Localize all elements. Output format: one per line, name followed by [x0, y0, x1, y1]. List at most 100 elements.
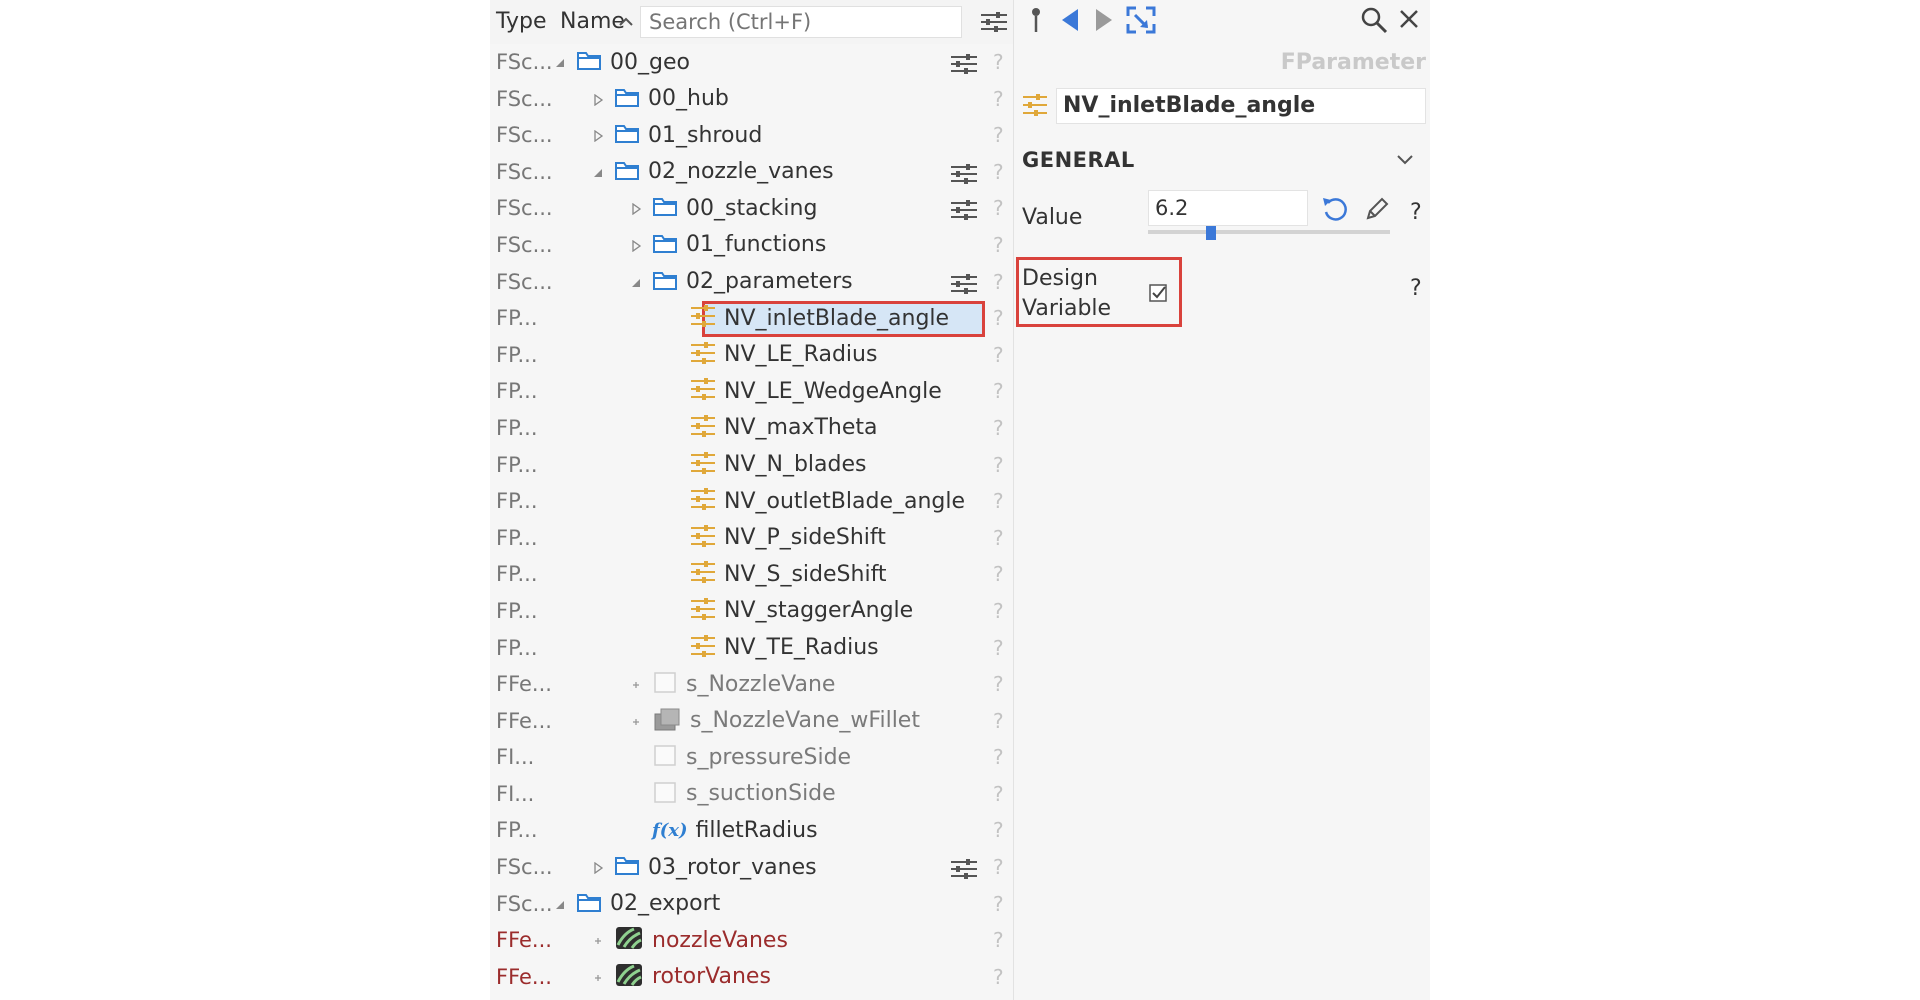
tree-row[interactable]: FP... NV_maxTheta? — [490, 410, 1014, 447]
tree-row[interactable]: FSc... 00_stacking? — [490, 190, 1014, 227]
object-name-field[interactable]: NV_inletBlade_angle — [1056, 88, 1426, 124]
help-icon[interactable]: ? — [993, 892, 1004, 916]
help-icon[interactable]: ? — [993, 562, 1004, 586]
folder-icon — [576, 891, 602, 917]
row-label: s_suctionSide — [686, 781, 836, 807]
filter-settings-icon[interactable] — [950, 198, 978, 226]
help-icon[interactable]: ? — [993, 709, 1004, 733]
value-slider-handle[interactable] — [1205, 226, 1216, 240]
design-variable-help-icon[interactable]: ? — [1410, 276, 1422, 301]
tree-row[interactable]: FSc... 02_nozzle_vanes? — [490, 154, 1014, 191]
help-icon[interactable]: ? — [993, 928, 1004, 952]
tree-row[interactable]: FFe... nozzleVanes? — [490, 922, 1014, 959]
app-window: Type Name FSc...00_geo?FSc...00_hub?FSc.… — [490, 0, 1430, 1000]
tree-row[interactable]: FI... s_pressureSide? — [490, 739, 1014, 776]
help-icon[interactable]: ? — [993, 636, 1004, 660]
tree-row[interactable]: FP... NV_LE_WedgeAngle? — [490, 373, 1014, 410]
filter-settings-icon[interactable] — [980, 10, 1008, 38]
sort-ascending-icon[interactable] — [616, 12, 638, 34]
row-type: FI... — [496, 745, 535, 770]
expand-arrow-icon[interactable] — [592, 93, 604, 106]
help-icon[interactable]: ? — [993, 526, 1004, 550]
help-icon[interactable]: ? — [993, 123, 1004, 147]
help-icon[interactable]: ? — [993, 599, 1004, 623]
help-icon[interactable]: ? — [993, 87, 1004, 111]
sync-selection-icon[interactable] — [1126, 6, 1156, 38]
collapse-arrow-icon[interactable] — [554, 899, 566, 911]
param-icon — [690, 341, 716, 369]
reset-icon[interactable] — [1320, 194, 1350, 228]
collapse-arrow-icon[interactable] — [630, 277, 642, 289]
tree-row[interactable]: FSc... 03_rotor_vanes? — [490, 849, 1014, 886]
help-icon[interactable]: ? — [993, 489, 1004, 513]
expand-plus-icon[interactable] — [630, 716, 642, 728]
tree-row[interactable]: FI... s_suctionSide? — [490, 776, 1014, 813]
search-icon[interactable] — [1360, 6, 1388, 38]
tree-row[interactable]: FSc... 01_shroud? — [490, 117, 1014, 154]
tree-row[interactable]: FP... NV_staggerAngle? — [490, 593, 1014, 630]
collapse-arrow-icon[interactable] — [592, 167, 604, 179]
chevron-down-icon[interactable] — [1396, 152, 1414, 171]
expand-arrow-icon[interactable] — [630, 239, 642, 253]
row-label: NV_LE_WedgeAngle — [724, 378, 942, 404]
help-icon[interactable]: ? — [993, 233, 1004, 257]
edit-pencil-icon[interactable] — [1362, 194, 1392, 228]
tree-row[interactable]: FSc... 02_export? — [490, 886, 1014, 923]
collapse-arrow-icon[interactable] — [554, 57, 566, 69]
help-icon[interactable]: ? — [993, 270, 1004, 294]
help-icon[interactable]: ? — [993, 50, 1004, 74]
help-icon[interactable]: ? — [993, 160, 1004, 184]
expand-plus-icon[interactable] — [592, 972, 604, 984]
help-icon[interactable]: ? — [993, 416, 1004, 440]
expand-arrow-icon[interactable] — [592, 129, 604, 143]
tree-row[interactable]: FP... NV_TE_Radius? — [490, 630, 1014, 667]
pin-icon[interactable] — [1026, 6, 1046, 38]
help-icon[interactable]: ? — [993, 855, 1004, 879]
tree-row[interactable]: FP... NV_outletBlade_angle? — [490, 483, 1014, 520]
expand-plus-icon[interactable] — [630, 679, 642, 691]
value-help-icon[interactable]: ? — [1410, 200, 1422, 225]
tree-row[interactable]: FSc... 02_parameters? — [490, 264, 1014, 301]
help-icon[interactable]: ? — [993, 672, 1004, 696]
type-column-header[interactable]: Type — [496, 9, 547, 34]
row-label: NV_S_sideShift — [724, 561, 887, 587]
filter-settings-icon[interactable] — [950, 272, 978, 300]
design-variable-checkbox[interactable] — [1148, 283, 1168, 307]
close-icon[interactable] — [1398, 8, 1420, 34]
tree-row[interactable]: FP... NV_inletBlade_angle? — [490, 300, 1014, 338]
help-icon[interactable]: ? — [993, 818, 1004, 842]
tree-row[interactable]: FFe... rotorVanes? — [490, 959, 1014, 996]
value-input[interactable]: 6.2 — [1148, 190, 1308, 226]
tree-row[interactable]: FP... NV_P_sideShift? — [490, 520, 1014, 557]
filter-settings-icon[interactable] — [950, 162, 978, 190]
help-icon[interactable]: ? — [993, 965, 1004, 989]
tree-row[interactable]: FFe... s_NozzleVane? — [490, 666, 1014, 703]
help-icon[interactable]: ? — [993, 306, 1004, 330]
section-general-title[interactable]: GENERAL — [1022, 148, 1135, 172]
row-type: FP... — [496, 818, 538, 843]
tree-row[interactable]: FP... NV_N_blades? — [490, 447, 1014, 484]
expand-arrow-icon[interactable] — [592, 861, 604, 875]
help-icon[interactable]: ? — [993, 782, 1004, 806]
help-icon[interactable]: ? — [993, 453, 1004, 477]
help-icon[interactable]: ? — [993, 343, 1004, 367]
expand-plus-icon[interactable] — [592, 935, 604, 947]
back-arrow-icon[interactable] — [1058, 6, 1082, 38]
tree-row[interactable]: FSc... 01_functions? — [490, 227, 1014, 264]
expand-arrow-icon[interactable] — [630, 203, 642, 216]
filter-settings-icon[interactable] — [950, 52, 978, 80]
help-icon[interactable]: ? — [993, 745, 1004, 769]
tree-row[interactable]: FFe... s_NozzleVane_wFillet? — [490, 703, 1014, 740]
tree-row[interactable]: FSc... 00_hub? — [490, 81, 1014, 118]
forward-arrow-icon[interactable] — [1092, 6, 1116, 38]
tree-row[interactable]: FP... f(x) filletRadius? — [490, 812, 1014, 849]
filter-settings-icon[interactable] — [950, 857, 978, 885]
surface-icon — [652, 743, 678, 771]
tree-row[interactable]: FP... NV_S_sideShift? — [490, 556, 1014, 593]
value-slider-track[interactable] — [1148, 230, 1390, 234]
search-input[interactable] — [640, 6, 962, 38]
help-icon[interactable]: ? — [993, 196, 1004, 220]
tree-row[interactable]: FSc... 00_geo? — [490, 44, 1014, 81]
help-icon[interactable]: ? — [993, 379, 1004, 403]
tree-row[interactable]: FP... NV_LE_Radius? — [490, 337, 1014, 374]
